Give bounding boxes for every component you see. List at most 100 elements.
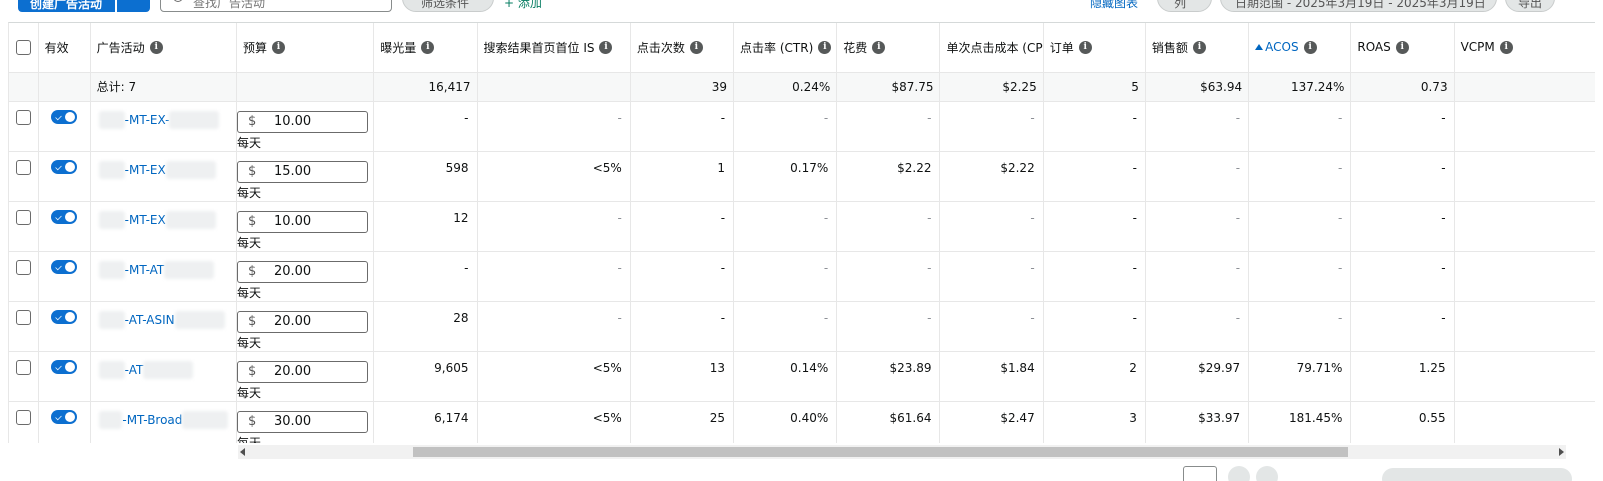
table-row: -MT-AT $ 20.00 每天 - - - - - - - - - -	[9, 251, 1595, 302]
add-filter-link[interactable]: + 添加	[504, 0, 542, 11]
col-header-impressions[interactable]: 曝光量 i	[373, 23, 478, 73]
col-header-acos[interactable]: ACOS i	[1248, 23, 1352, 73]
info-icon[interactable]: i	[872, 40, 886, 54]
col-header-top-is-label: 搜索结果首页首位 IS	[483, 40, 595, 55]
totals-roas: 0.73	[1350, 72, 1455, 102]
toolbar: 创建广告活动 筛选条件 + 添加 隐藏图表 列 日期范围 - 2025年3月19…	[0, 0, 1603, 14]
date-range-button[interactable]: 日期范围 - 2025年3月19日 - 2025年3月19日	[1220, 0, 1497, 12]
acos-cell: -	[1248, 151, 1352, 202]
cpc-cell: $2.22	[939, 151, 1044, 202]
search-box[interactable]	[160, 0, 392, 12]
campaign-name-link[interactable]: -MT-EX	[125, 163, 166, 177]
scroll-right-icon[interactable]	[1559, 448, 1564, 456]
orders-cell: -	[1043, 251, 1146, 302]
redacted-text	[174, 310, 225, 329]
info-icon[interactable]: i	[1078, 40, 1092, 54]
budget-input[interactable]: $ 20.00	[236, 260, 368, 283]
budget-input[interactable]: $ 10.00	[236, 110, 368, 133]
rows-per-page-select[interactable]	[1382, 468, 1572, 481]
col-header-budget[interactable]: 预算 i	[236, 23, 375, 73]
info-icon[interactable]: i	[421, 40, 435, 54]
orders-cell: -	[1043, 101, 1146, 152]
row-checkbox[interactable]	[15, 109, 31, 125]
row-checkbox[interactable]	[15, 259, 31, 275]
info-icon[interactable]: i	[689, 40, 703, 54]
campaign-name-cell: -AT-ASIN	[90, 301, 237, 352]
campaign-name-cell: -MT-EX	[90, 201, 237, 252]
budget-amount: 10.00	[273, 214, 312, 229]
info-icon[interactable]: i	[599, 40, 613, 54]
col-header-enabled[interactable]: 有效	[38, 23, 91, 73]
enabled-toggle[interactable]	[51, 409, 78, 424]
col-header-spend-label: 花费	[843, 40, 868, 55]
row-checkbox[interactable]	[15, 309, 31, 325]
scrollbar-thumb[interactable]	[413, 447, 1348, 457]
budget-period: 每天	[236, 235, 261, 250]
page-number-input[interactable]	[1183, 466, 1217, 481]
campaign-name-link[interactable]: -MT-AT	[125, 263, 165, 277]
col-header-sales[interactable]: 销售额 i	[1145, 23, 1250, 73]
info-icon[interactable]: i	[1192, 40, 1206, 54]
row-checkbox[interactable]	[15, 209, 31, 225]
campaign-name-link[interactable]: -AT-ASIN	[125, 313, 175, 327]
redacted-text	[98, 160, 125, 179]
row-checkbox[interactable]	[15, 359, 31, 375]
campaign-name-cell: -MT-EX-	[90, 101, 237, 152]
row-toggle-cell	[38, 201, 91, 252]
col-header-spend[interactable]: 花费 i	[836, 23, 941, 73]
enabled-toggle[interactable]	[51, 209, 78, 224]
enabled-toggle[interactable]	[51, 309, 78, 324]
row-checkbox[interactable]	[15, 409, 31, 425]
enabled-toggle[interactable]	[51, 159, 78, 174]
create-campaign-dropdown-button[interactable]	[117, 0, 150, 12]
campaign-name-link[interactable]: -MT-EX	[125, 213, 166, 227]
create-campaign-button[interactable]: 创建广告活动	[18, 0, 115, 12]
col-header-orders-label: 订单	[1049, 40, 1074, 55]
budget-input[interactable]: $ 10.00	[236, 210, 368, 233]
info-icon[interactable]: i	[1303, 40, 1317, 54]
columns-button[interactable]: 列	[1157, 0, 1212, 12]
horizontal-scrollbar[interactable]	[238, 445, 1566, 459]
campaign-name-link[interactable]: -AT	[125, 363, 144, 377]
enabled-toggle[interactable]	[51, 359, 78, 374]
totals-acos: 137.24%	[1248, 72, 1352, 102]
clicks-cell: -	[630, 251, 735, 302]
info-icon[interactable]: i	[1499, 40, 1513, 54]
col-header-vcpm[interactable]: VCPM i	[1454, 23, 1595, 73]
budget-input[interactable]: $ 20.00	[236, 360, 368, 383]
prev-page-button[interactable]	[1228, 466, 1250, 481]
enabled-toggle[interactable]	[51, 259, 78, 274]
totals-ctr: 0.24%	[733, 72, 838, 102]
budget-input[interactable]: $ 30.00	[236, 410, 368, 433]
campaign-name-link[interactable]: -MT-Broad	[122, 413, 182, 427]
campaign-name-link[interactable]: -MT-EX-	[125, 113, 170, 127]
search-input[interactable]	[193, 0, 383, 11]
col-header-orders[interactable]: 订单 i	[1043, 23, 1146, 73]
next-page-button[interactable]	[1256, 466, 1278, 481]
hide-chart-link[interactable]: 隐藏图表	[1090, 0, 1138, 11]
check-icon	[55, 213, 62, 220]
budget-input[interactable]: $ 20.00	[236, 310, 368, 333]
col-header-top-is[interactable]: 搜索结果首页首位 IS i	[477, 23, 631, 73]
redacted-text	[98, 410, 123, 429]
filter-button[interactable]: 筛选条件	[402, 0, 494, 12]
export-button[interactable]: 导出	[1505, 0, 1555, 12]
table-row: -MT-Broad $ 30.00 每天 6,174 <5% 25 0.40% …	[9, 401, 1595, 443]
enabled-toggle[interactable]	[51, 109, 78, 124]
row-checkbox[interactable]	[15, 159, 31, 175]
info-icon[interactable]: i	[272, 40, 285, 54]
info-icon[interactable]: i	[149, 40, 163, 54]
info-icon[interactable]: i	[1395, 40, 1409, 54]
col-header-clicks[interactable]: 点击次数 i	[630, 23, 735, 73]
budget-input[interactable]: $ 15.00	[236, 160, 368, 183]
info-icon[interactable]: i	[818, 40, 832, 54]
redacted-text	[98, 260, 125, 279]
col-header-ctr[interactable]: 点击率 (CTR) i	[733, 23, 838, 73]
scroll-left-icon[interactable]	[240, 448, 245, 456]
budget-amount: 15.00	[273, 164, 312, 179]
col-header-roas[interactable]: ROAS i	[1350, 23, 1455, 73]
col-header-campaign[interactable]: 广告活动 i	[90, 23, 237, 73]
select-all-checkbox[interactable]	[15, 39, 31, 55]
top-is-cell: <5%	[477, 401, 631, 443]
col-header-cpc[interactable]: 单次点击成本 (CPC)	[939, 23, 1044, 73]
